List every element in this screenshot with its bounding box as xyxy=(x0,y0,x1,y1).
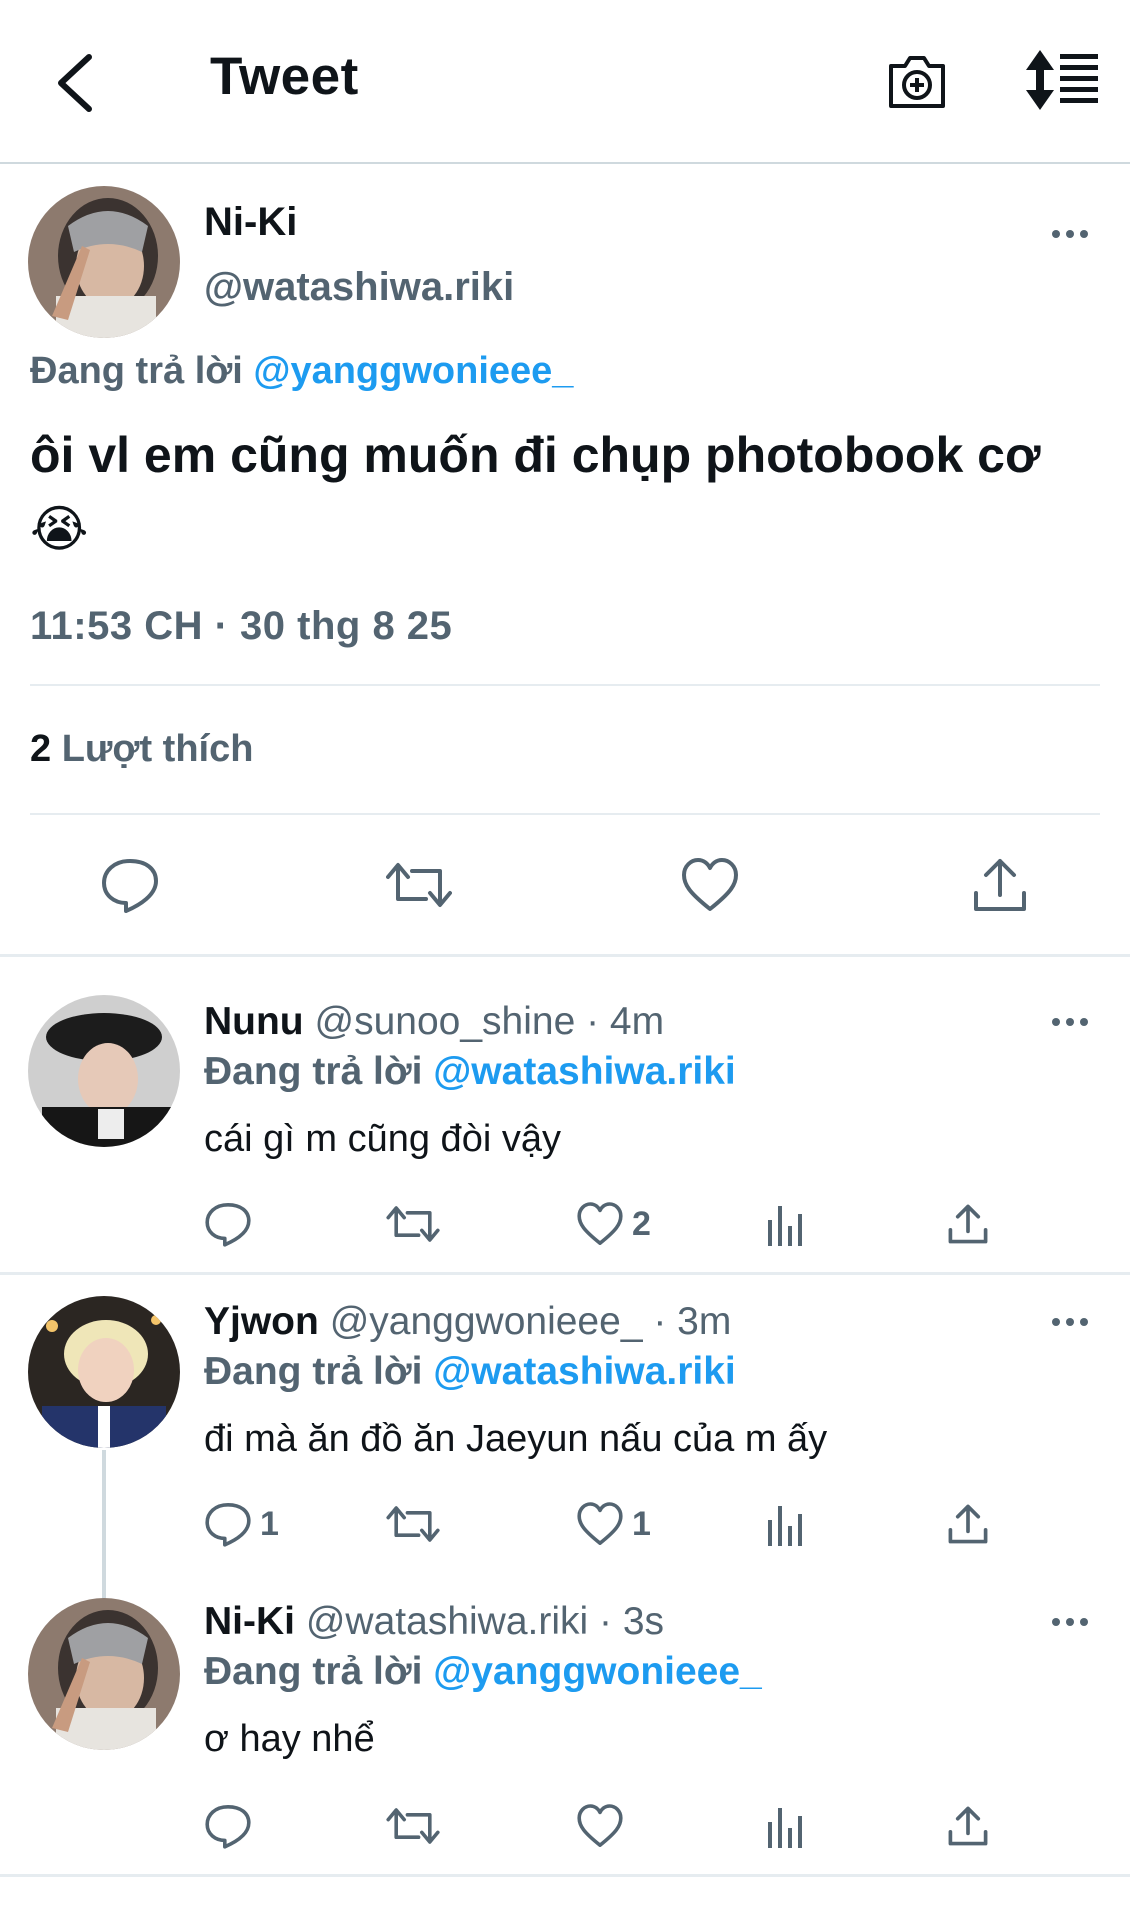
share-icon xyxy=(974,859,1026,911)
like-button[interactable]: 1 xyxy=(576,1500,651,1548)
replying-label: Đang trả lời xyxy=(204,1050,423,1093)
reply-text: đi mà ăn đồ ăn Jaeyun nấu của m ấy xyxy=(204,1418,828,1460)
reply-header: Ni-Ki @watashiwa.riki · 3s xyxy=(204,1600,664,1644)
retweet-button[interactable] xyxy=(386,1802,440,1850)
reply-count: 1 xyxy=(260,1504,279,1543)
share-icon xyxy=(948,1504,988,1544)
author-name[interactable]: Nunu xyxy=(204,1000,304,1043)
page-title: Tweet xyxy=(210,47,359,106)
replying-to-line: Đang trả lời @watashiwa.riki xyxy=(204,1350,736,1394)
analytics-icon xyxy=(768,1506,802,1546)
author-handle[interactable]: @sunoo_shine xyxy=(314,1000,575,1043)
reply-text: ơ hay nhể xyxy=(204,1718,375,1760)
more-icon[interactable] xyxy=(1048,224,1092,244)
tweet-text: ôi vl em cũng muốn đi chụp photobook cơ … xyxy=(30,427,1041,557)
reply-time: · 3s xyxy=(599,1600,665,1643)
analytics-icon xyxy=(768,1808,802,1848)
author-name[interactable]: Ni-Ki xyxy=(204,1600,295,1643)
replying-to-line: Đang trả lời @yanggwonieee_ xyxy=(30,350,573,393)
retweet-icon xyxy=(386,1506,440,1542)
reply-time: · 3m xyxy=(653,1300,732,1343)
share-icon xyxy=(948,1806,988,1846)
divider xyxy=(0,1874,1130,1877)
retweet-button[interactable] xyxy=(386,1200,440,1248)
analytics-button[interactable] xyxy=(764,1500,808,1548)
like-icon xyxy=(682,858,738,911)
replying-label: Đang trả lời xyxy=(204,1650,423,1693)
divider xyxy=(0,1272,1130,1275)
like-icon xyxy=(577,1804,623,1847)
divider xyxy=(30,813,1100,815)
tweet-timestamp: 11:53 CH · 30 thg 8 25 xyxy=(30,604,453,648)
likes-count: 2 xyxy=(30,728,52,770)
author-name[interactable]: Ni-Ki xyxy=(204,200,297,245)
sort-button[interactable] xyxy=(1022,48,1102,118)
author-handle[interactable]: @yanggwonieee_ xyxy=(330,1300,643,1343)
replying-to-line: Đang trả lời @yanggwonieee_ xyxy=(204,1650,762,1694)
author-handle[interactable]: @watashiwa.riki xyxy=(204,265,514,310)
analytics-button[interactable] xyxy=(764,1802,808,1850)
reply-icon xyxy=(205,1503,251,1547)
back-button[interactable] xyxy=(40,44,110,122)
reply-header: Yjwon @yanggwonieee_ · 3m xyxy=(204,1300,731,1344)
reply-button[interactable] xyxy=(100,855,160,915)
back-arrow-icon xyxy=(58,54,92,112)
like-icon xyxy=(577,1502,623,1545)
retweet-icon xyxy=(386,1206,440,1242)
sort-icon xyxy=(1026,50,1098,110)
analytics-icon xyxy=(768,1206,802,1246)
reply-button[interactable] xyxy=(204,1200,260,1248)
camera-add-icon xyxy=(889,56,945,108)
retweet-button[interactable] xyxy=(386,855,452,915)
reply-icon xyxy=(102,859,158,913)
reply-text: cái gì m cũng đòi vậy xyxy=(204,1118,561,1160)
reply-button[interactable] xyxy=(204,1802,260,1850)
more-icon[interactable] xyxy=(1048,1612,1092,1632)
share-icon xyxy=(948,1204,988,1244)
like-icon xyxy=(577,1202,623,1245)
share-button[interactable] xyxy=(970,855,1030,915)
like-count: 1 xyxy=(632,1504,651,1543)
thread-line xyxy=(102,1450,106,1600)
likes-stat[interactable]: 2 Lượt thích xyxy=(30,728,253,771)
replying-to-link[interactable]: @yanggwonieee_ xyxy=(253,350,573,392)
like-count: 2 xyxy=(632,1204,651,1243)
divider xyxy=(30,684,1100,686)
avatar[interactable] xyxy=(28,995,180,1147)
likes-label: Lượt thích xyxy=(61,728,254,770)
replying-to-link[interactable]: @yanggwonieee_ xyxy=(433,1650,761,1693)
like-button[interactable] xyxy=(576,1802,632,1850)
top-bar: Tweet xyxy=(0,0,1130,164)
avatar[interactable] xyxy=(28,186,180,338)
camera-button[interactable] xyxy=(885,48,955,118)
avatar[interactable] xyxy=(28,1598,180,1750)
reply-header: Nunu @sunoo_shine · 4m xyxy=(204,1000,664,1044)
author-handle[interactable]: @watashiwa.riki xyxy=(306,1600,588,1643)
reply-icon xyxy=(205,1203,251,1247)
more-icon[interactable] xyxy=(1048,1012,1092,1032)
avatar[interactable] xyxy=(28,1296,180,1448)
reply-icon xyxy=(205,1805,251,1849)
replying-label: Đang trả lời xyxy=(204,1350,423,1393)
replying-to-link[interactable]: @watashiwa.riki xyxy=(433,1050,735,1093)
analytics-button[interactable] xyxy=(764,1200,808,1248)
reply-time: · 4m xyxy=(586,1000,665,1043)
replying-label: Đang trả lời xyxy=(30,350,243,392)
share-button[interactable] xyxy=(946,1500,990,1548)
retweet-icon xyxy=(386,1808,440,1844)
retweet-button[interactable] xyxy=(386,1500,440,1548)
divider xyxy=(0,954,1130,957)
retweet-icon xyxy=(386,863,452,907)
reply-button[interactable]: 1 xyxy=(204,1500,279,1548)
author-name[interactable]: Yjwon xyxy=(204,1300,319,1343)
share-button[interactable] xyxy=(946,1802,990,1850)
replying-to-link[interactable]: @watashiwa.riki xyxy=(433,1350,735,1393)
replying-to-line: Đang trả lời @watashiwa.riki xyxy=(204,1050,736,1094)
like-button[interactable] xyxy=(680,855,740,915)
more-icon[interactable] xyxy=(1048,1312,1092,1332)
share-button[interactable] xyxy=(946,1200,990,1248)
like-button[interactable]: 2 xyxy=(576,1200,651,1248)
